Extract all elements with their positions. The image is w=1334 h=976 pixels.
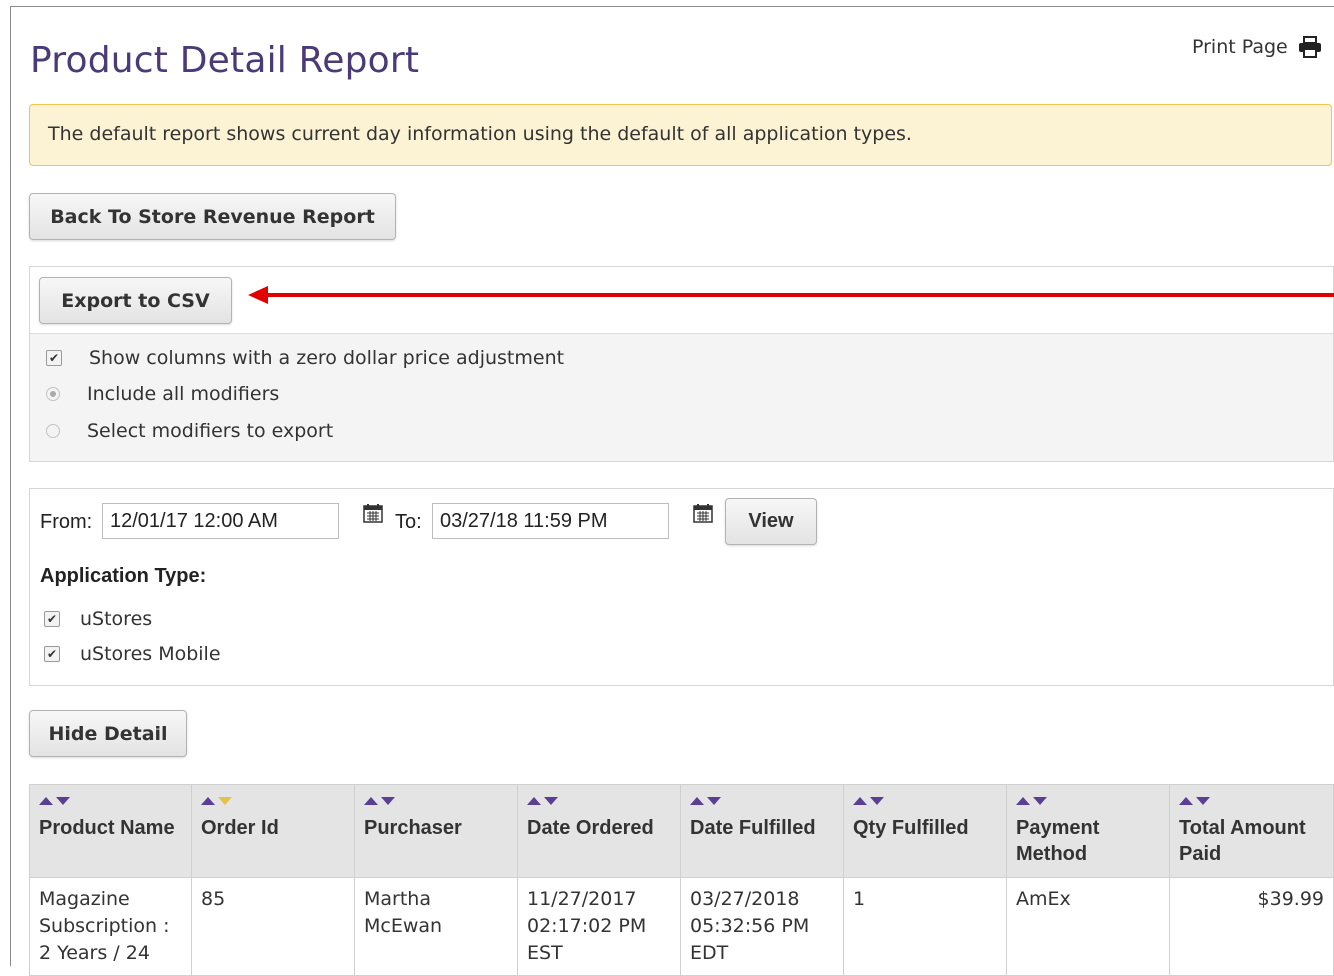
zero-dollar-option[interactable]: ✔ Show columns with a zero dollar price … xyxy=(46,347,564,369)
printer-icon xyxy=(1298,36,1321,58)
sort-arrows-icon[interactable] xyxy=(364,797,508,809)
cell-date-ordered: 11/27/2017 02:17:02 PM EST xyxy=(517,877,681,976)
ustores-checkbox[interactable]: ✔ xyxy=(44,611,60,627)
header-label: Order Id xyxy=(201,817,279,839)
select-modifiers-option[interactable]: Select modifiers to export xyxy=(46,420,333,442)
date-filter-panel: From: To: View Application Type: ✔ uStor… xyxy=(29,488,1334,686)
to-label: To: xyxy=(395,511,422,533)
cell-date-fulfilled: 03/27/2018 05:32:56 PM EDT xyxy=(680,877,844,976)
table-header-row: Product Name Order Id Purchaser Date Ord… xyxy=(29,784,1334,878)
column-header-order-id[interactable]: Order Id xyxy=(191,784,355,878)
table-row: Magazine Subscription : 2 Years / 24 85 … xyxy=(29,877,1334,976)
header-label: Product Name xyxy=(39,817,175,839)
view-button[interactable]: View xyxy=(725,498,817,545)
app-type-ustores[interactable]: ✔ uStores xyxy=(44,608,152,630)
cell-payment-method: AmEx xyxy=(1006,877,1170,976)
application-type-label: Application Type: xyxy=(40,565,207,587)
zero-dollar-checkbox[interactable]: ✔ xyxy=(46,350,62,366)
select-modifiers-label: Select modifiers to export xyxy=(87,420,334,442)
column-header-date-fulfilled[interactable]: Date Fulfilled xyxy=(680,784,844,878)
header-label: Purchaser xyxy=(364,817,462,839)
include-all-modifiers-label: Include all modifiers xyxy=(87,383,280,405)
sort-arrows-icon[interactable] xyxy=(39,797,182,809)
product-detail-table: Product Name Order Id Purchaser Date Ord… xyxy=(29,784,1334,976)
include-all-modifiers-option[interactable]: Include all modifiers xyxy=(46,383,279,405)
column-header-product-name[interactable]: Product Name xyxy=(29,784,192,878)
column-header-date-ordered[interactable]: Date Ordered xyxy=(517,784,681,878)
column-header-total-amount-paid[interactable]: Total Amount Paid xyxy=(1169,784,1334,878)
export-csv-button[interactable]: Export to CSV xyxy=(39,277,232,324)
sort-arrows-icon[interactable] xyxy=(690,797,834,809)
sort-arrows-icon[interactable] xyxy=(527,797,671,809)
header-label: Method xyxy=(1016,843,1088,865)
info-notice: The default report shows current day inf… xyxy=(29,104,1332,166)
back-to-store-revenue-button[interactable]: Back To Store Revenue Report xyxy=(29,193,396,240)
ustores-mobile-checkbox[interactable]: ✔ xyxy=(44,646,60,662)
print-page-label: Print Page xyxy=(1192,36,1288,58)
cell-total-amount-paid: $39.99 xyxy=(1169,877,1334,976)
print-page-link[interactable]: Print Page xyxy=(1192,36,1322,58)
from-date-input[interactable] xyxy=(102,503,339,539)
ustores-mobile-label: uStores Mobile xyxy=(80,643,221,665)
zero-dollar-label: Show columns with a zero dollar price ad… xyxy=(89,347,565,369)
to-date-input[interactable] xyxy=(432,503,669,539)
sort-arrows-icon[interactable] xyxy=(201,797,345,809)
sort-arrows-icon[interactable] xyxy=(853,797,997,809)
app-type-ustores-mobile[interactable]: ✔ uStores Mobile xyxy=(44,643,221,665)
header-label: Qty Fulfilled xyxy=(853,817,969,839)
annotation-arrow xyxy=(248,286,1334,304)
page-title: Product Detail Report xyxy=(30,40,420,81)
header-label: Total Amount xyxy=(1179,817,1306,839)
calendar-icon[interactable] xyxy=(693,503,713,523)
header-label: Date Fulfilled xyxy=(690,817,816,839)
hide-detail-button[interactable]: Hide Detail xyxy=(29,710,187,757)
cell-product-name: Magazine Subscription : 2 Years / 24 xyxy=(29,877,192,976)
column-header-purchaser[interactable]: Purchaser xyxy=(354,784,518,878)
cell-order-id: 85 xyxy=(191,877,355,976)
include-all-modifiers-radio[interactable] xyxy=(46,387,60,401)
column-header-qty-fulfilled[interactable]: Qty Fulfilled xyxy=(843,784,1007,878)
select-modifiers-radio[interactable] xyxy=(46,424,60,438)
column-header-payment-method[interactable]: Payment Method xyxy=(1006,784,1170,878)
cell-purchaser: Martha McEwan xyxy=(354,877,518,976)
sort-arrows-icon[interactable] xyxy=(1016,797,1160,809)
header-label: Paid xyxy=(1179,843,1222,865)
cell-qty-fulfilled: 1 xyxy=(843,877,1007,976)
header-label: Date Ordered xyxy=(527,817,654,839)
ustores-label: uStores xyxy=(80,608,153,630)
header-label: Payment xyxy=(1016,817,1100,839)
calendar-icon[interactable] xyxy=(363,503,383,523)
from-label: From: xyxy=(40,511,93,533)
sort-arrows-icon[interactable] xyxy=(1179,797,1324,809)
